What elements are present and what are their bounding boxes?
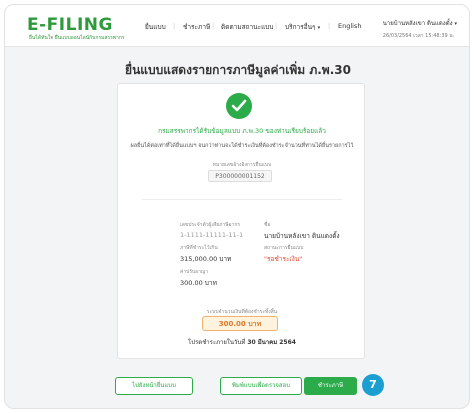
taxid-field: เลขประจำตัวผู้เสียภาษีอากร 1-1111-11111-… [180,221,243,239]
reference-label: หมายเลขอ้างอิงการยื่นแบบ [212,162,272,168]
tax-label: ภาษีที่ชำระไว้เกิน [180,245,218,251]
page-title: ยื่นแบบแสดงรายการภาษีมูลค่าเพิ่ม ภ.พ.30 [125,63,351,77]
caret-down-icon: ▾ [454,21,457,27]
print-form-button[interactable]: พิมพ์แบบเพื่อตรวจสอบ [220,377,302,395]
screen-frame: E-FILING ยื่นได้ทันใจ ยื่นแบบออนไลน์กับก… [4,4,470,409]
name-label: ชื่อ [264,222,271,228]
step-number-badge: 7 [362,374,384,396]
efiling-logo[interactable]: E-FILING [27,15,113,35]
nav-separator: | [275,22,278,30]
back-to-file-button[interactable]: ไปยังหน้ายื่นแบบ [115,377,193,395]
tax-field: ภาษีที่ชำระไว้เกิน 315,000.00 บาท [180,244,231,264]
tax-value: 315,000.00 บาท [180,255,232,263]
amount-due: 300.00 บาท [202,316,278,331]
nav-separator: | [328,22,331,30]
due-prefix: โปรดชำระภายในวันที่ [188,339,246,346]
user-menu[interactable]: นายบ้านหลังเขา ดินแดงตั้ง ▾ 26/03/2564 เ… [383,18,457,40]
nav-item-file[interactable]: ยื่นแบบ [145,22,166,32]
success-check-icon [226,93,252,119]
top-header: E-FILING ยื่นได้ทันใจ ยื่นแบบออนไลน์กับก… [5,5,469,47]
success-message: กรมสรรพากรได้รับข้อมูลแบบ ภ.พ.30 ของท่าน… [158,127,326,135]
payment-notice: ผลยื่นได้ต่อเท่าที่ได้ยื่นแบบฯ จนกว่าท่า… [130,143,354,149]
nav-item-track-status[interactable]: ติดตามสถานะแบบ [221,22,274,32]
pay-tax-button[interactable]: ชำระภาษี [304,377,357,395]
user-name: นายบ้านหลังเขา ดินแดงตั้ง ▾ [383,18,457,28]
taxid-value: 1-1111-11111-11-1 [180,231,244,239]
nav-separator: | [173,22,176,30]
nav-item-english[interactable]: English [338,22,361,30]
name-field: ชื่อ นายบ้านหลังเขา ดินแดงตั้ง [264,221,340,241]
due-date-line: โปรดชำระภายในวันที่ 30 มีนาคม 2564 [118,337,366,347]
nav-item-other-services[interactable]: บริการอื่นๆ ▾ [285,22,320,32]
nav-separator: | [212,22,215,30]
result-card: กรมสรรพากรได้รับข้อมูลแบบ ภ.พ.30 ของท่าน… [117,83,365,359]
nav-item-pay-tax[interactable]: ชำระภาษี [183,22,210,32]
status-value: "รอชำระเงิน" [264,255,303,263]
nav-item-other-services-label: บริการอื่นๆ [285,23,316,31]
fine-field: ค่าปรับอาญา 300.00 บาท [180,268,217,288]
card-divider [142,199,342,200]
caret-down-icon: ▾ [317,25,321,31]
reference-number: P300000001152 [208,170,272,182]
due-date: 30 มีนาคม 2564 [247,339,296,346]
logo-tagline: ยื่นได้ทันใจ ยื่นแบบออนไลน์กับกรมสรรพากร [29,35,125,41]
login-time: 26/03/2564 เวลา 15:48:39 น. [382,33,455,39]
user-name-text: นายบ้านหลังเขา ดินแดงตั้ง [382,20,453,27]
status-field: สถานะการยื่นแบบ "รอชำระเงิน" [264,244,303,264]
fine-label: ค่าปรับอาญา [180,269,209,275]
fine-value: 300.00 บาท [180,279,217,287]
status-label: สถานะการยื่นแบบ [264,245,304,251]
amount-label: ระบบจำนวนเงินที่ต้องชำระทั้งสิ้น [206,309,278,315]
taxid-label: เลขประจำตัวผู้เสียภาษีอากร [180,222,241,228]
name-value: นายบ้านหลังเขา ดินแดงตั้ง [264,232,340,240]
